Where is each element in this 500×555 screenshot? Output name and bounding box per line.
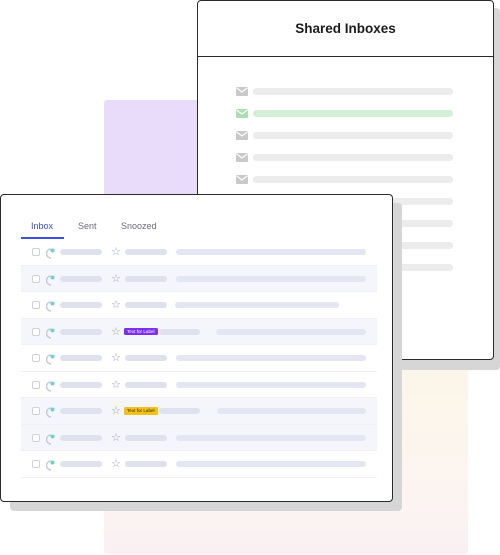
- shared-inboxes-title: Shared Inboxes: [295, 21, 396, 36]
- envelope-icon: [236, 152, 248, 162]
- row-checkbox[interactable]: [32, 460, 40, 468]
- table-row[interactable]: ☆: [21, 345, 377, 372]
- shared-inboxes-header: Shared Inboxes: [198, 1, 493, 57]
- star-icon[interactable]: ☆: [111, 377, 121, 393]
- row-checkbox[interactable]: [32, 327, 40, 336]
- assign-icon: [45, 299, 56, 312]
- tab-inbox[interactable]: Inbox: [31, 221, 53, 231]
- assign-icon: [45, 246, 56, 259]
- row-checkbox[interactable]: [32, 354, 40, 362]
- inbox-tabs: Inbox Sent Snoozed: [21, 215, 377, 239]
- table-row[interactable]: ☆: [21, 424, 377, 451]
- star-icon[interactable]: ☆: [111, 403, 121, 419]
- table-row[interactable]: ☆ Text for Label: [21, 318, 377, 345]
- star-icon[interactable]: ☆: [111, 456, 121, 472]
- assign-icon: [45, 326, 56, 339]
- assign-icon: [45, 432, 56, 445]
- star-icon[interactable]: ☆: [111, 297, 121, 313]
- envelope-icon: [236, 130, 248, 140]
- star-icon[interactable]: ☆: [111, 244, 121, 260]
- table-row[interactable]: ☆: [21, 292, 377, 319]
- row-checkbox[interactable]: [32, 301, 40, 309]
- table-row[interactable]: ☆: [21, 372, 377, 398]
- table-row[interactable]: ☆: [21, 265, 377, 292]
- envelope-icon: [236, 174, 248, 184]
- shared-inbox-row[interactable]: [236, 174, 453, 184]
- star-icon[interactable]: ☆: [111, 324, 121, 340]
- shared-inbox-row[interactable]: [236, 130, 453, 140]
- table-row[interactable]: ☆: [21, 451, 377, 478]
- star-icon[interactable]: ☆: [111, 350, 121, 366]
- star-icon[interactable]: ☆: [111, 430, 121, 446]
- envelope-icon: [236, 86, 248, 96]
- star-icon[interactable]: ☆: [111, 271, 121, 287]
- inbox-window: Inbox Sent Snoozed ☆ ☆ ☆ ☆ Text for Labe…: [0, 194, 393, 502]
- shared-inbox-row[interactable]: [236, 152, 453, 162]
- tab-sent[interactable]: Sent: [78, 221, 97, 231]
- row-checkbox[interactable]: [32, 380, 40, 389]
- row-checkbox[interactable]: [32, 433, 40, 442]
- envelope-icon: [236, 108, 248, 118]
- row-checkbox[interactable]: [32, 274, 40, 283]
- row-checkbox[interactable]: [32, 248, 40, 256]
- assign-icon: [45, 273, 56, 286]
- table-row[interactable]: ☆: [21, 239, 377, 266]
- label-badge: Text for Label: [124, 407, 158, 415]
- shared-inbox-row[interactable]: [236, 86, 453, 96]
- assign-icon: [45, 458, 56, 471]
- table-row[interactable]: ☆ Text for Label: [21, 398, 377, 425]
- assign-icon: [45, 352, 56, 365]
- shared-inbox-row-selected[interactable]: [236, 108, 453, 118]
- label-badge: Text for Label: [124, 327, 158, 335]
- assign-icon: [45, 405, 56, 418]
- assign-icon: [45, 379, 56, 392]
- tab-snoozed[interactable]: Snoozed: [121, 221, 157, 231]
- row-checkbox[interactable]: [32, 407, 40, 415]
